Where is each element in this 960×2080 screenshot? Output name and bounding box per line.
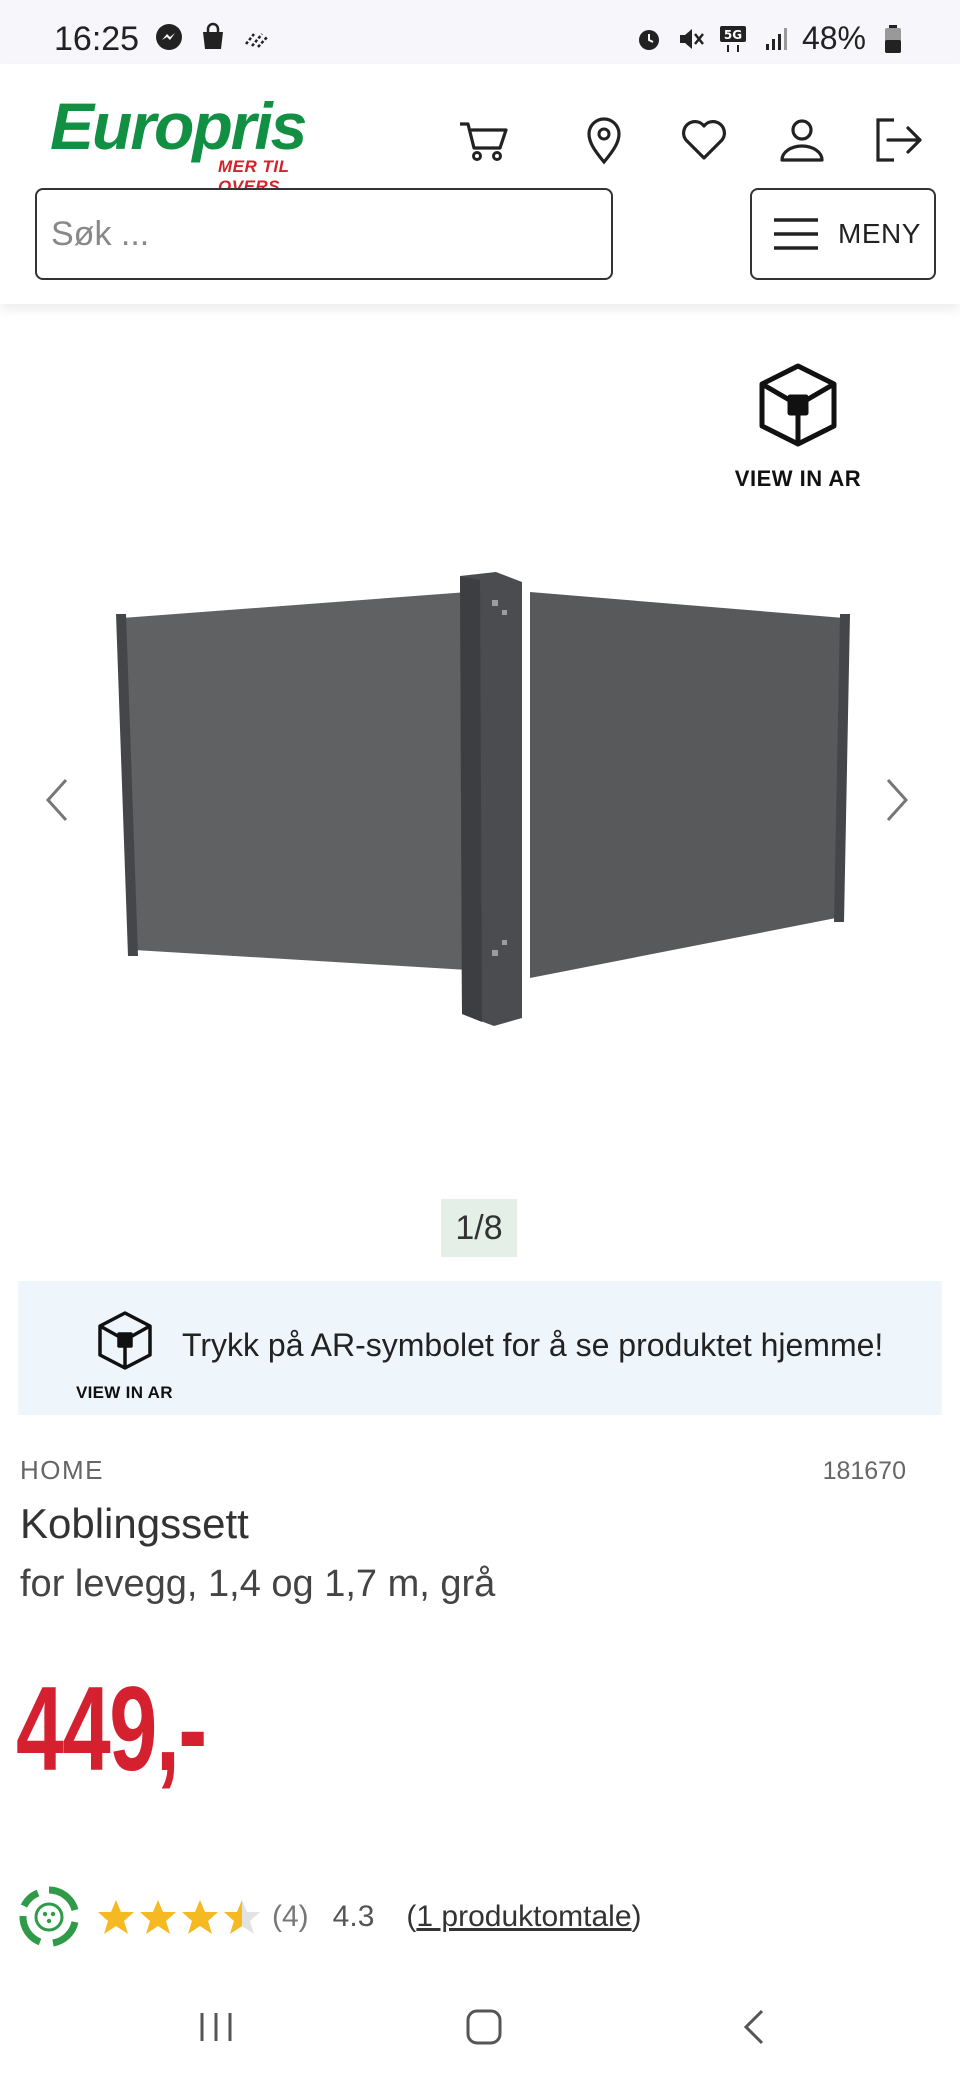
reviews-link-close: )	[631, 1900, 642, 1933]
ar-banner-text: Trykk på AR-symbolet for å se produktet …	[182, 1327, 884, 1363]
recent-apps-icon[interactable]	[194, 2005, 238, 2049]
system-nav-bar	[0, 1975, 960, 2080]
svg-text:5G: 5G	[724, 28, 742, 42]
5g-icon: 5G	[719, 25, 746, 52]
battery-icon	[885, 24, 901, 53]
search-placeholder: Søk ...	[51, 214, 150, 253]
image-counter: 1/8	[441, 1199, 517, 1257]
logout-icon[interactable]	[870, 112, 926, 168]
product-brand[interactable]: HOME	[20, 1455, 104, 1486]
status-left-icons	[154, 22, 272, 52]
hamburger-icon	[774, 218, 818, 250]
menu-label: MENY	[838, 218, 921, 249]
ar-cube-icon	[759, 363, 837, 447]
rating-count: (4)	[272, 1900, 309, 1933]
product-sku: 181670	[822, 1457, 906, 1485]
star-full-icon	[182, 1900, 218, 1934]
back-icon[interactable]	[734, 2005, 778, 2049]
next-image-arrow-icon[interactable]	[876, 770, 916, 830]
status-time: 16:25	[54, 20, 140, 58]
product-subtitle: for levegg, 1,4 og 1,7 m, grå	[20, 1563, 496, 1605]
logo-text: Europris	[50, 89, 307, 163]
site-header: Europris MER TIL OVERS Søk ... MENY	[0, 64, 960, 304]
status-right-group: 5G 48%	[634, 20, 908, 57]
battery-percent: 48%	[801, 20, 866, 56]
reviews-link[interactable]: (1 produktomtale)	[406, 1900, 641, 1934]
home-icon[interactable]	[462, 2005, 506, 2049]
reviews-link-text[interactable]: 1 produktomtale	[416, 1900, 631, 1933]
heart-icon[interactable]	[676, 112, 732, 168]
alarm-icon	[638, 29, 659, 50]
product-title: Koblingssett	[20, 1500, 249, 1547]
star-rating[interactable]	[96, 1897, 262, 1937]
eco-recycle-icon	[19, 1886, 79, 1947]
cart-icon[interactable]	[456, 112, 512, 168]
search-input[interactable]: Søk ...	[35, 188, 613, 280]
europris-logo[interactable]: Europris MER TIL OVERS	[50, 89, 340, 196]
shopping-bag-icon	[203, 22, 223, 49]
signal-waves-icon	[245, 33, 269, 48]
star-full-icon	[140, 1900, 176, 1934]
product-price: 449,-	[16, 1662, 207, 1796]
mute-icon	[679, 28, 704, 49]
star-half-icon	[224, 1900, 260, 1934]
rating-average: 4.3	[332, 1900, 375, 1933]
star-full-icon	[98, 1900, 134, 1934]
signal-bars-icon	[765, 27, 787, 50]
ar-info-banner: VIEW IN AR Trykk på AR-symbolet for å se…	[18, 1281, 942, 1415]
rating-row: (4) 4.3 (1 produktomtale)	[16, 1882, 936, 1952]
reviews-link-open: (	[406, 1900, 417, 1933]
ar-cube-icon	[98, 1311, 152, 1370]
status-bar: 16:25 5G 48%	[0, 0, 960, 64]
menu-button[interactable]: MENY	[750, 188, 936, 280]
user-icon[interactable]	[774, 112, 830, 168]
view-in-ar-button[interactable]: VIEW IN AR	[728, 360, 868, 500]
ar-banner-label: VIEW IN AR	[76, 1383, 173, 1402]
product-image[interactable]	[110, 570, 850, 1030]
messenger-icon	[156, 24, 182, 50]
previous-image-arrow-icon[interactable]	[38, 770, 78, 830]
location-pin-icon[interactable]	[576, 112, 632, 168]
ar-badge-label: VIEW IN AR	[734, 466, 862, 491]
